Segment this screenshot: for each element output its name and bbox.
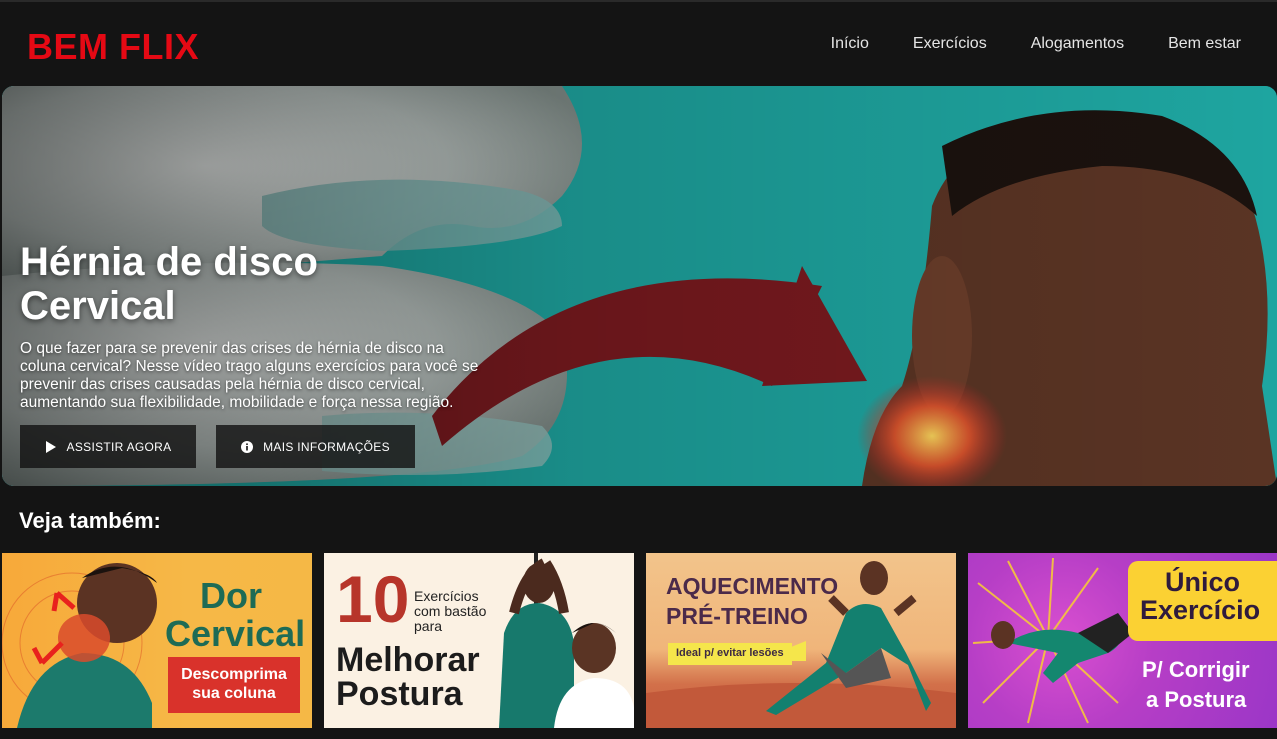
watch-now-button[interactable]: ASSISTIR AGORA	[20, 425, 196, 468]
video-row: Dor Cervical Descomprima sua coluna 10 E…	[2, 553, 1277, 728]
main-nav: Início Exercícios Alogamentos Bem estar	[831, 35, 1241, 53]
video-card[interactable]: Único Exercício P/ Corrigir a Postura	[968, 553, 1277, 728]
card-title-line2: Postura	[336, 675, 463, 713]
card-title-line1: Único	[1165, 567, 1241, 597]
play-icon	[45, 440, 57, 453]
card-title-line1: Dor	[200, 575, 262, 616]
card-title-line2: Exercício	[1140, 595, 1261, 625]
nav-link-exercicios[interactable]: Exercícios	[913, 35, 987, 53]
brand-logo[interactable]: BEM FLIX	[27, 26, 199, 68]
card-title-line4: a Postura	[1146, 687, 1247, 712]
card-tag: Ideal p/ evitar lesões	[668, 643, 792, 665]
hero-description: O que fazer para se prevenir das crises …	[20, 340, 479, 411]
card-subtitle: Descomprima sua coluna	[168, 657, 300, 713]
hero-actions: ASSISTIR AGORA MAIS INFORMAÇÕES	[20, 425, 415, 468]
card-number: 10	[336, 562, 410, 636]
card-title-line2: Cervical	[165, 613, 306, 654]
more-info-label: MAIS INFORMAÇÕES	[263, 439, 390, 454]
nav-link-alongamentos[interactable]: Alogamentos	[1031, 35, 1124, 53]
info-icon	[241, 440, 254, 453]
section-title: Veja também:	[19, 508, 161, 533]
watch-now-label: ASSISTIR AGORA	[66, 439, 172, 454]
hero-title: Hérnia de disco Cervical	[20, 240, 318, 328]
card-title-line2: PRÉ-TREINO	[666, 603, 808, 629]
hero-banner: Hérnia de disco Cervical O que fazer par…	[2, 86, 1277, 486]
more-info-button[interactable]: MAIS INFORMAÇÕES	[216, 425, 415, 468]
video-card[interactable]: AQUECIMENTO PRÉ-TREINO Ideal p/ evitar l…	[646, 553, 956, 728]
nav-link-inicio[interactable]: Início	[831, 35, 869, 53]
nav-link-bem-estar[interactable]: Bem estar	[1168, 35, 1241, 53]
top-navbar: BEM FLIX Início Exercícios Alogamentos B…	[0, 0, 1277, 86]
card-title-line3: P/ Corrigir	[1142, 657, 1250, 682]
hero-content: Hérnia de disco Cervical O que fazer par…	[20, 240, 480, 412]
card-small-text: Exercícios com bastão para	[414, 588, 487, 634]
video-card[interactable]: 10 Exercícios com bastão para Melhorar P…	[324, 553, 634, 728]
card-title-line1: AQUECIMENTO	[666, 573, 839, 599]
video-card[interactable]: Dor Cervical Descomprima sua coluna	[2, 553, 312, 728]
